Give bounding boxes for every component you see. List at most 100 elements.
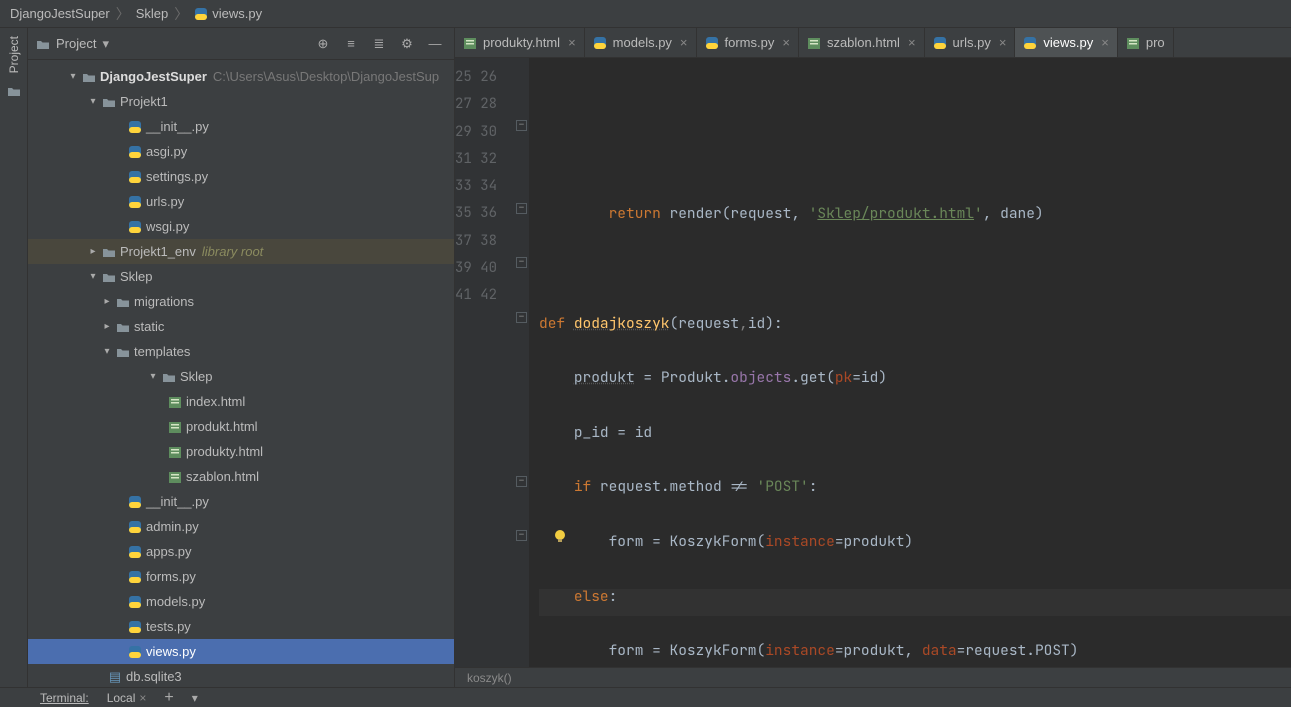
- close-icon[interactable]: ×: [139, 691, 146, 705]
- tree-file[interactable]: apps.py: [28, 539, 454, 564]
- tree-file[interactable]: admin.py: [28, 514, 454, 539]
- python-icon: [128, 620, 142, 634]
- tree-file[interactable]: models.py: [28, 589, 454, 614]
- tree-file[interactable]: urls.py: [28, 189, 454, 214]
- editor-tab[interactable]: views.py×: [1015, 28, 1117, 57]
- python-icon: [1023, 36, 1037, 50]
- html-icon: [807, 36, 821, 50]
- python-icon: [128, 170, 142, 184]
- tree-file[interactable]: wsgi.py: [28, 214, 454, 239]
- fold-gutter: − − − − − −: [515, 58, 529, 667]
- close-tab-icon[interactable]: ×: [782, 35, 790, 50]
- fold-marker[interactable]: −: [516, 257, 527, 268]
- tree-file[interactable]: __init__.py: [28, 489, 454, 514]
- project-panel: Project ▾ ⊕ ≡ ≣ ⚙ — ▾ DjangoJestSuper C:…: [28, 28, 455, 687]
- fold-marker[interactable]: −: [516, 476, 527, 487]
- tree-folder-sklep[interactable]: ▾Sklep: [28, 264, 454, 289]
- db-icon: ▤: [106, 669, 124, 685]
- dropdown-icon[interactable]: ▾: [192, 691, 198, 705]
- tree-file[interactable]: forms.py: [28, 564, 454, 589]
- tree-file-db[interactable]: ▤db.sqlite3: [28, 664, 454, 687]
- breadcrumb-function[interactable]: koszyk(): [467, 671, 512, 685]
- python-icon: [128, 495, 142, 509]
- add-terminal-icon[interactable]: +: [164, 689, 173, 707]
- tree-folder-migrations[interactable]: ▸migrations: [28, 289, 454, 314]
- editor-tab[interactable]: models.py×: [585, 28, 697, 57]
- project-tool-tab[interactable]: Project: [7, 36, 21, 73]
- python-icon: [933, 36, 947, 50]
- editor-tab[interactable]: pro: [1118, 28, 1174, 57]
- close-tab-icon[interactable]: ×: [999, 35, 1007, 50]
- python-icon: [128, 520, 142, 534]
- editor-tab[interactable]: szablon.html×: [799, 28, 925, 57]
- breadcrumb-folder[interactable]: Sklep: [136, 6, 169, 21]
- tree-file[interactable]: szablon.html: [28, 464, 454, 489]
- python-icon: [128, 120, 142, 134]
- python-icon: [128, 545, 142, 559]
- tree-folder-projekt1[interactable]: ▾Projekt1: [28, 89, 454, 114]
- fold-marker[interactable]: −: [516, 530, 527, 541]
- tree-file[interactable]: produkt.html: [28, 414, 454, 439]
- editor-tabs: produkty.html×models.py×forms.py×szablon…: [455, 28, 1291, 58]
- editor-tab[interactable]: urls.py×: [925, 28, 1016, 57]
- terminal-tool[interactable]: Terminal:: [40, 691, 89, 705]
- html-icon: [168, 445, 182, 459]
- html-icon: [168, 395, 182, 409]
- tree-folder-templates[interactable]: ▾templates: [28, 339, 454, 364]
- folder-icon: [102, 246, 116, 258]
- fold-marker[interactable]: −: [516, 312, 527, 323]
- tree-root[interactable]: ▾ DjangoJestSuper C:\Users\Asus\Desktop\…: [28, 64, 454, 89]
- line-gutter: 25 26 27 28 29 30 31 32 33 34 35 36 37 3…: [455, 58, 515, 667]
- collapse-icon[interactable]: ≣: [368, 33, 390, 55]
- close-tab-icon[interactable]: ×: [1101, 35, 1109, 50]
- terminal-local-tab[interactable]: Local ×: [107, 691, 147, 705]
- code-editor[interactable]: return render(request, 'Sklep/produkt.ht…: [529, 58, 1291, 667]
- project-title: Project: [56, 36, 96, 51]
- python-icon: [593, 36, 607, 50]
- html-icon: [1126, 36, 1140, 50]
- expand-icon[interactable]: ≡: [340, 33, 362, 55]
- tree-file[interactable]: asgi.py: [28, 139, 454, 164]
- tree-file[interactable]: index.html: [28, 389, 454, 414]
- close-tab-icon[interactable]: ×: [568, 35, 576, 50]
- structure-icon[interactable]: [7, 85, 21, 97]
- dropdown-icon[interactable]: ▾: [102, 36, 109, 52]
- tree-folder-sklep2[interactable]: ▾Sklep: [28, 364, 454, 389]
- editor-area: produkty.html×models.py×forms.py×szablon…: [455, 28, 1291, 687]
- close-tab-icon[interactable]: ×: [680, 35, 688, 50]
- editor-tab[interactable]: produkty.html×: [455, 28, 585, 57]
- bottom-toolbar: Terminal: Local × + ▾: [0, 687, 1291, 707]
- fold-marker[interactable]: −: [516, 120, 527, 131]
- tree-file[interactable]: tests.py: [28, 614, 454, 639]
- project-tree[interactable]: ▾ DjangoJestSuper C:\Users\Asus\Desktop\…: [28, 60, 454, 687]
- editor-tab[interactable]: forms.py×: [697, 28, 799, 57]
- folder-icon: [82, 71, 96, 83]
- python-icon: [128, 645, 142, 659]
- tree-folder-static[interactable]: ▸static: [28, 314, 454, 339]
- tree-file-views[interactable]: views.py: [28, 639, 454, 664]
- breadcrumb: DjangoJestSuper 〉 Sklep 〉 views.py: [0, 0, 1291, 28]
- folder-icon: [102, 271, 116, 283]
- html-icon: [168, 420, 182, 434]
- breadcrumb-file[interactable]: views.py: [194, 6, 262, 21]
- left-gutter-tabs: Project: [0, 28, 28, 687]
- tree-folder-env[interactable]: ▸Projekt1_envlibrary root: [28, 239, 454, 264]
- close-tab-icon[interactable]: ×: [908, 35, 916, 50]
- editor-status-line: koszyk(): [455, 667, 1291, 687]
- tree-file[interactable]: produkty.html: [28, 439, 454, 464]
- tree-file[interactable]: __init__.py: [28, 114, 454, 139]
- breadcrumb-sep: 〉: [116, 4, 130, 24]
- python-icon: [128, 220, 142, 234]
- fold-marker[interactable]: −: [516, 203, 527, 214]
- python-icon: [128, 195, 142, 209]
- python-icon: [128, 595, 142, 609]
- breadcrumb-root[interactable]: DjangoJestSuper: [10, 6, 110, 21]
- project-icon: [36, 38, 50, 50]
- hide-icon[interactable]: —: [424, 33, 446, 55]
- tree-file[interactable]: settings.py: [28, 164, 454, 189]
- python-icon: [705, 36, 719, 50]
- python-icon: [128, 570, 142, 584]
- locate-icon[interactable]: ⊕: [312, 33, 334, 55]
- settings-icon[interactable]: ⚙: [396, 33, 418, 55]
- python-icon: [194, 7, 208, 21]
